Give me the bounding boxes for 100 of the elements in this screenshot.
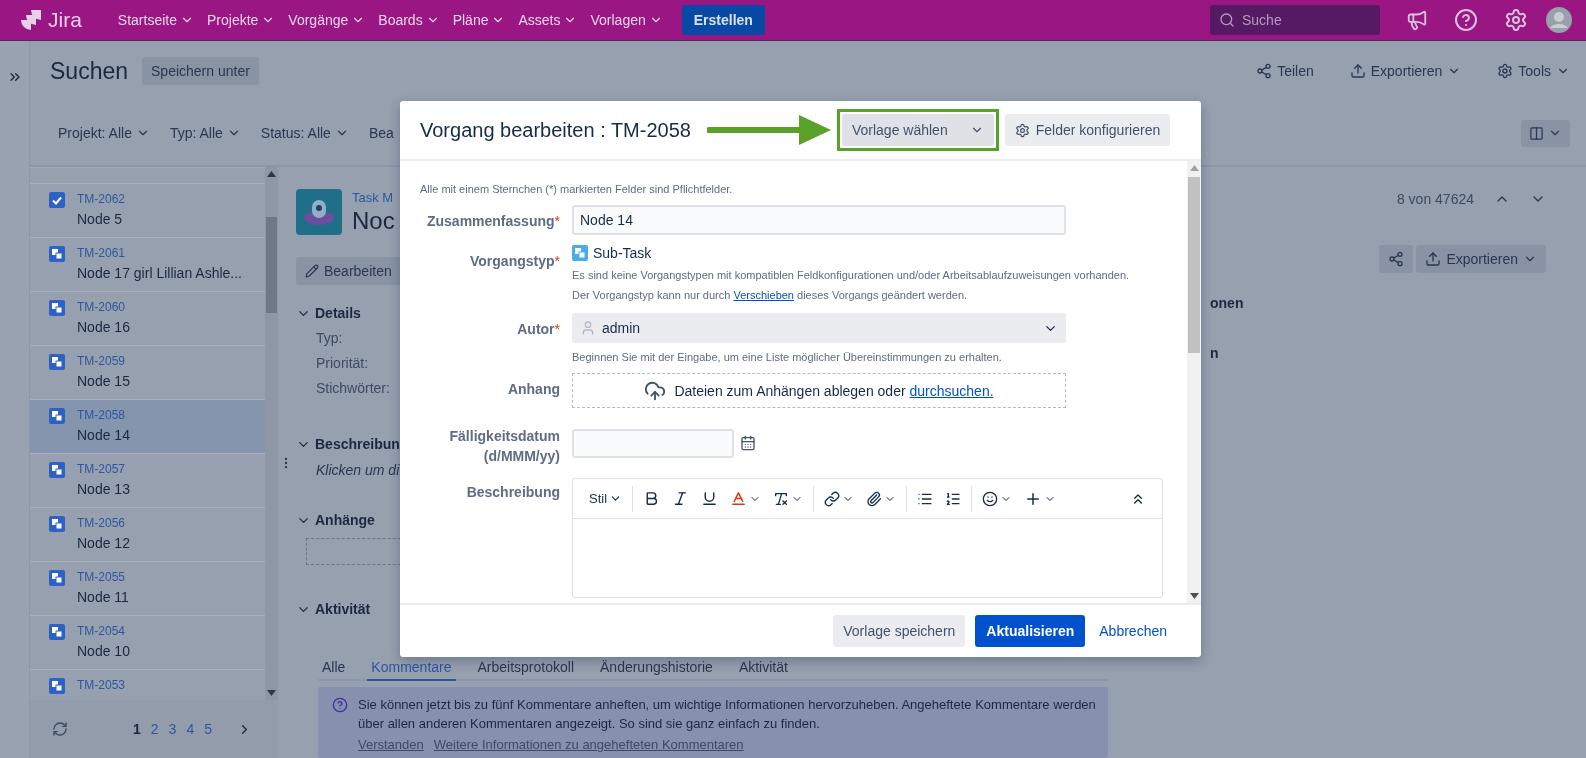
rich-text-editor[interactable]: Stil	[572, 478, 1163, 598]
nav-menu[interactable]: Startseite	[117, 12, 194, 28]
style-dropdown[interactable]: Stil	[583, 491, 629, 506]
jira-logo-icon[interactable]	[20, 9, 42, 31]
issue-title: Noc	[352, 206, 395, 235]
field-name: Stichwörter:	[316, 380, 390, 396]
info-link[interactable]: Verstanden	[358, 737, 424, 752]
template-select[interactable]: Vorlage wählen	[841, 114, 994, 146]
filter-dropdown[interactable]: Typ: Alle	[169, 125, 241, 141]
issue-key: TM-2057	[77, 462, 130, 476]
tools-button[interactable]: Tools	[1497, 63, 1570, 79]
paperclip-icon	[866, 490, 883, 507]
nav-menu[interactable]: Projekte	[207, 12, 276, 28]
scroll-up-icon[interactable]	[267, 171, 276, 177]
nav-menu[interactable]: Boards	[378, 12, 440, 28]
subtask-icon	[49, 246, 65, 262]
export-button[interactable]: Exportieren	[1416, 245, 1546, 273]
activity-tab[interactable]: Alle	[318, 657, 350, 681]
subtask-icon	[49, 462, 65, 478]
scrollbar-thumb[interactable]	[1188, 177, 1200, 353]
info-text: Sie können jetzt bis zu fünf Kommentare anheften, um wichtige Informationen hervorzuheben. Angeheftete Kommentare werden über allen anderen Kommentaren angezeigt. So sind sie ganz einfach zu finden.	[358, 696, 1097, 733]
scrollbar-thumb[interactable]	[266, 217, 277, 313]
save-template-button[interactable]: Vorlage speichern	[833, 615, 966, 647]
logo-text: Jira	[48, 8, 82, 32]
scroll-down-icon[interactable]	[1189, 593, 1199, 599]
nav-menu[interactable]: Vorgänge	[288, 12, 366, 28]
export-icon	[1425, 251, 1442, 267]
issue-summary: Node 16	[77, 319, 130, 335]
configure-fields-button[interactable]: Felder konfigurieren	[1004, 114, 1171, 146]
scroll-down-icon[interactable]	[267, 690, 276, 696]
issue-summary: Node 11	[77, 589, 129, 605]
nav-menu[interactable]: Vorlagen	[590, 12, 663, 28]
text-field[interactable]: Node 14	[572, 205, 1066, 235]
date-field[interactable]	[572, 428, 734, 458]
user-avatar-icon[interactable]	[1546, 7, 1572, 33]
refresh-icon[interactable]	[52, 721, 68, 737]
calendar-icon[interactable]	[740, 435, 756, 451]
issue-key: TM-2056	[77, 516, 130, 530]
share-button[interactable]	[1379, 245, 1414, 273]
issue-summary: Node 17 girl Lillian Ashle...	[77, 265, 242, 281]
nav-menu[interactable]: Pläne	[452, 12, 506, 28]
issue-list-item[interactable]: TM-2058 Node 14	[30, 399, 265, 453]
export-button[interactable]: Exportieren	[1349, 63, 1462, 79]
nav-menu[interactable]: Assets	[518, 12, 578, 28]
filter-dropdown[interactable]: Status: Alle	[260, 125, 349, 141]
page-number[interactable]: 1	[128, 721, 146, 737]
issue-summary: Node 13	[77, 481, 130, 497]
numbered-list-icon	[945, 490, 962, 507]
issue-list-item[interactable]: TM-2055 Node 11	[30, 561, 265, 615]
help-icon	[332, 697, 348, 713]
search-field[interactable]: Suche	[1210, 5, 1380, 35]
cancel-link[interactable]: Abbrechen	[1095, 623, 1171, 639]
section-toggle[interactable]: Beschreibun	[296, 436, 400, 452]
issue-summary: Node 12	[77, 535, 130, 551]
section-toggle[interactable]: Aktivität	[296, 601, 371, 617]
checkbox-icon	[49, 192, 65, 208]
section-toggle[interactable]: Details	[296, 305, 361, 321]
subtask-icon	[49, 624, 65, 640]
issue-list-item[interactable]: TM-2062 Node 5	[30, 183, 265, 237]
browse-link[interactable]: durchsuchen.	[909, 382, 994, 399]
filter-dropdown[interactable]: Projekt: Alle	[58, 125, 150, 141]
issue-list-item[interactable]: TM-2060 Node 16	[30, 291, 265, 345]
page-title: Suchen	[50, 57, 128, 85]
issue-list-item[interactable]: TM-2056 Node 12	[30, 507, 265, 561]
share-button[interactable]: Teilen	[1256, 63, 1314, 79]
create-button[interactable]: Erstellen	[681, 5, 765, 35]
description-field[interactable]: Klicken um di	[316, 462, 400, 478]
issue-list-item[interactable]: TM-2054 Node 10	[30, 615, 265, 669]
issue-list-item[interactable]: TM-2061 Node 17 girl Lillian Ashle...	[30, 237, 265, 291]
settings-icon[interactable]	[1504, 8, 1528, 32]
subtask-icon	[49, 678, 65, 694]
user-select[interactable]: admin	[572, 313, 1066, 343]
file-drop-zone[interactable]: Dateien zum Anhängen ablegen oder durchsuchen.	[572, 373, 1066, 408]
drop-text: Dateien zum Anhängen ablegen oder durchsuchen.	[674, 382, 994, 399]
field-name: Typ:	[316, 330, 343, 346]
issue-key: TM-2054	[77, 624, 130, 638]
field-label: Zusammenfassung*	[425, 212, 560, 231]
move-link[interactable]: Verschieben	[733, 289, 794, 301]
help-icon[interactable]	[1454, 8, 1478, 32]
activity-tab[interactable]: Arbeitsprotokoll	[473, 657, 578, 681]
project-avatar-icon[interactable]	[296, 189, 342, 235]
subtask-icon	[49, 516, 65, 532]
pencil-icon	[305, 264, 319, 278]
megaphone-icon[interactable]	[1406, 9, 1428, 31]
save-as-button[interactable]: Speichern unter	[142, 57, 259, 85]
text-format-icon	[773, 490, 790, 507]
info-link[interactable]: Weitere Informationen zu angehefteten Kommentaren	[433, 737, 744, 752]
issue-summary: Node 15	[77, 373, 130, 389]
layout-icon	[1529, 125, 1544, 141]
view-toggle-button[interactable]	[1521, 119, 1570, 147]
update-button[interactable]: Aktualisieren	[975, 615, 1086, 647]
field-label: Beschreibung	[465, 483, 560, 502]
filter-dropdown[interactable]: Bea	[368, 125, 394, 141]
subtask-icon	[49, 354, 65, 370]
issue-list-item[interactable]: TM-2057 Node 13	[30, 453, 265, 507]
section-toggle[interactable]: Anhänge	[296, 512, 375, 528]
activity-tab[interactable]: Aktivität	[734, 657, 792, 681]
smiley-icon	[982, 490, 999, 507]
activity-tab[interactable]: Änderungshistorie	[596, 657, 717, 681]
edit-button[interactable]: Bearbeiten	[296, 257, 401, 285]
